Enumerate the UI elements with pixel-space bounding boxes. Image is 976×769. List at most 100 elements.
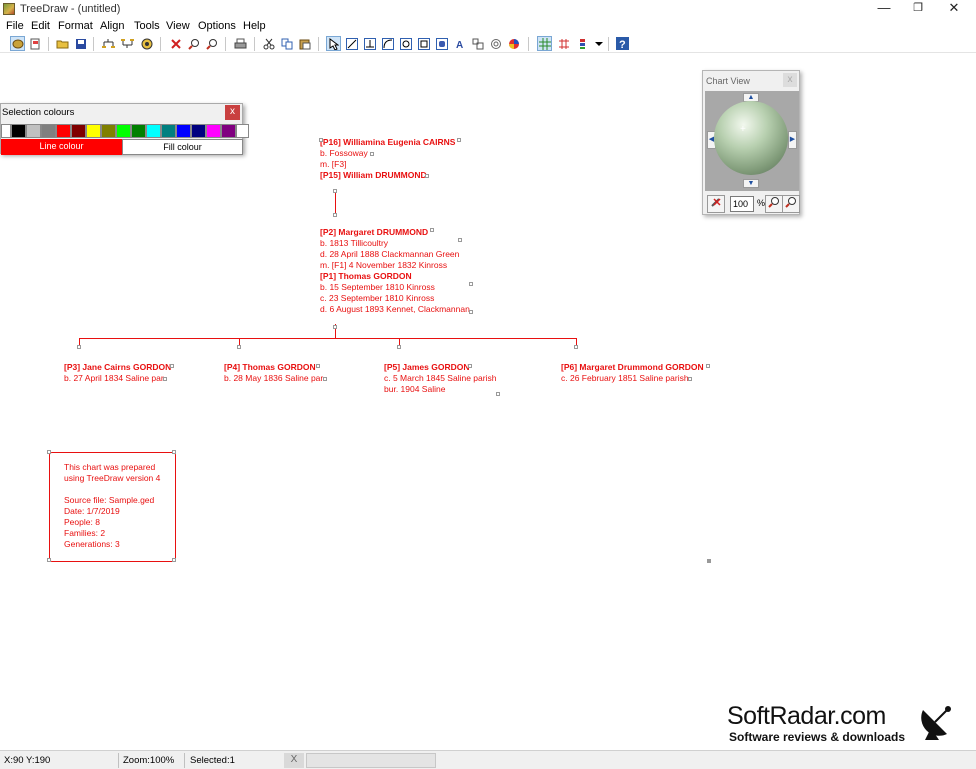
grandparent-birth[interactable]: b. Fossoway [320, 148, 368, 159]
save-icon[interactable] [73, 36, 88, 51]
child-2-fact[interactable]: b. 28 May 1836 Saline par [224, 373, 323, 384]
info-source-file[interactable]: Source file: Sample.ged [64, 495, 154, 506]
status-x-button[interactable]: X [284, 753, 304, 768]
swatch[interactable] [221, 124, 236, 138]
child-3-fact-2[interactable]: bur. 1904 Saline [384, 384, 445, 395]
selection-handle[interactable] [323, 377, 327, 381]
swatch[interactable] [236, 124, 249, 138]
swatch[interactable] [56, 124, 71, 138]
selection-handle[interactable] [469, 282, 473, 286]
minimize-button[interactable]: — [866, 0, 902, 18]
swatch[interactable] [206, 124, 221, 138]
swatch[interactable] [86, 124, 101, 138]
selection-handle[interactable] [370, 152, 374, 156]
info-line-2[interactable]: using TreeDraw version 4 [64, 473, 160, 484]
parent-husband-birth[interactable]: b. 15 September 1810 Kinross [320, 282, 435, 293]
chevron-down-icon[interactable] [591, 36, 606, 51]
selection-handle[interactable] [333, 189, 337, 193]
selection-handle[interactable] [47, 558, 51, 562]
menu-align[interactable]: Align [100, 20, 124, 32]
cut-icon[interactable] [261, 36, 276, 51]
info-families[interactable]: Families: 2 [64, 528, 105, 539]
zoom-in-icon[interactable] [782, 195, 800, 213]
parent-wife-name[interactable]: [P2] Margaret DRUMMOND [320, 227, 428, 238]
paste-icon[interactable] [297, 36, 312, 51]
palette-close-button[interactable]: x [225, 105, 240, 120]
target-icon[interactable] [139, 36, 154, 51]
selection-handle[interactable] [172, 558, 176, 562]
pan-down-icon[interactable]: ▼ [743, 179, 759, 188]
pan-right-icon[interactable]: ▶ [788, 131, 797, 149]
grandparent-husband-name[interactable]: [P15] William DRUMMOND [320, 170, 427, 181]
grandparent-wife-name[interactable]: [P16] Williamina Eugenia CAIRNS [320, 137, 455, 148]
box-tool-icon[interactable] [416, 36, 431, 51]
tree-grid-icon[interactable] [556, 36, 571, 51]
new-chart-icon[interactable] [10, 36, 25, 51]
zoom-reset-icon[interactable] [707, 195, 725, 213]
parent-wife-birth[interactable]: b. 1813 Tillicoultry [320, 238, 388, 249]
selection-handle[interactable] [333, 325, 337, 329]
selection-handle[interactable] [397, 345, 401, 349]
child-4-fact[interactable]: c. 26 February 1851 Saline parish [561, 373, 689, 384]
swatch[interactable] [1, 124, 11, 138]
child-3-name[interactable]: [P5] James GORDON [384, 362, 470, 373]
selection-handle[interactable] [574, 345, 578, 349]
selection-handle[interactable] [469, 310, 473, 314]
curve-tool-icon[interactable] [380, 36, 395, 51]
swatch[interactable] [131, 124, 146, 138]
zoom-out-icon[interactable] [765, 195, 783, 213]
selection-handle[interactable] [457, 138, 461, 142]
child-4-name[interactable]: [P6] Margaret Drummond GORDON [561, 362, 704, 373]
close-button[interactable]: ✕ [936, 0, 972, 18]
line-colour-tab[interactable]: Line colour [1, 139, 122, 155]
child-3-fact-1[interactable]: c. 5 March 1845 Saline parish [384, 373, 496, 384]
swatch[interactable] [101, 124, 116, 138]
selection-handle[interactable] [47, 450, 51, 454]
selection-handle[interactable] [319, 138, 323, 142]
navigation-sphere[interactable] [714, 101, 788, 175]
selection-handle[interactable] [458, 238, 462, 242]
grandparent-marriage[interactable]: m. [F3] [320, 159, 346, 170]
shape-tool-icon[interactable] [470, 36, 485, 51]
legend-icon[interactable] [575, 36, 590, 51]
info-people[interactable]: People: 8 [64, 517, 100, 528]
menu-file[interactable]: File [6, 20, 24, 32]
selection-handle[interactable] [172, 450, 176, 454]
swatch[interactable] [161, 124, 176, 138]
menu-options[interactable]: Options [198, 20, 236, 32]
swatch[interactable] [191, 124, 206, 138]
swatch[interactable] [146, 124, 161, 138]
layout-down-icon[interactable] [101, 36, 116, 51]
delete-icon[interactable] [168, 36, 183, 51]
fill-colour-tab[interactable]: Fill colour [122, 139, 243, 155]
selection-handle[interactable] [316, 364, 320, 368]
line-tool-icon[interactable] [344, 36, 359, 51]
selection-handle[interactable] [237, 345, 241, 349]
swatch[interactable] [116, 124, 131, 138]
swatch[interactable] [26, 124, 41, 138]
selection-handle[interactable] [496, 392, 500, 396]
selection-handle[interactable] [468, 364, 472, 368]
circle-tool-icon[interactable] [398, 36, 413, 51]
parent-wife-death[interactable]: d. 28 April 1888 Clackmannan Green [320, 249, 459, 260]
chart-view-close-button[interactable]: x [783, 73, 797, 87]
selection-handle[interactable] [163, 377, 167, 381]
chart-canvas[interactable]: [P16] Williamina Eugenia CAIRNS b. Fosso… [0, 54, 976, 750]
child-1-name[interactable]: [P3] Jane Cairns GORDON [64, 362, 171, 373]
parent-husband-death[interactable]: d. 6 August 1893 Kennet, Clackmannan [320, 304, 470, 315]
maximize-button[interactable]: ❐ [900, 0, 936, 18]
ring-tool-icon[interactable] [488, 36, 503, 51]
layout-up-icon[interactable] [120, 36, 135, 51]
text-tool-icon[interactable]: A [452, 36, 467, 51]
copy-icon[interactable] [279, 36, 294, 51]
info-line-1[interactable]: This chart was prepared [64, 462, 155, 473]
selection-handle[interactable] [688, 377, 692, 381]
chart-view-navigator[interactable]: ▲ ◀ ▶ ▼ + [705, 91, 799, 191]
swatch[interactable] [176, 124, 191, 138]
selection-handle[interactable] [706, 364, 710, 368]
wizard-icon[interactable] [28, 36, 43, 51]
rounded-box-tool-icon[interactable] [434, 36, 449, 51]
menu-edit[interactable]: Edit [31, 20, 50, 32]
info-generations[interactable]: Generations: 3 [64, 539, 120, 550]
parent-husband-christening[interactable]: c. 23 September 1810 Kinross [320, 293, 434, 304]
